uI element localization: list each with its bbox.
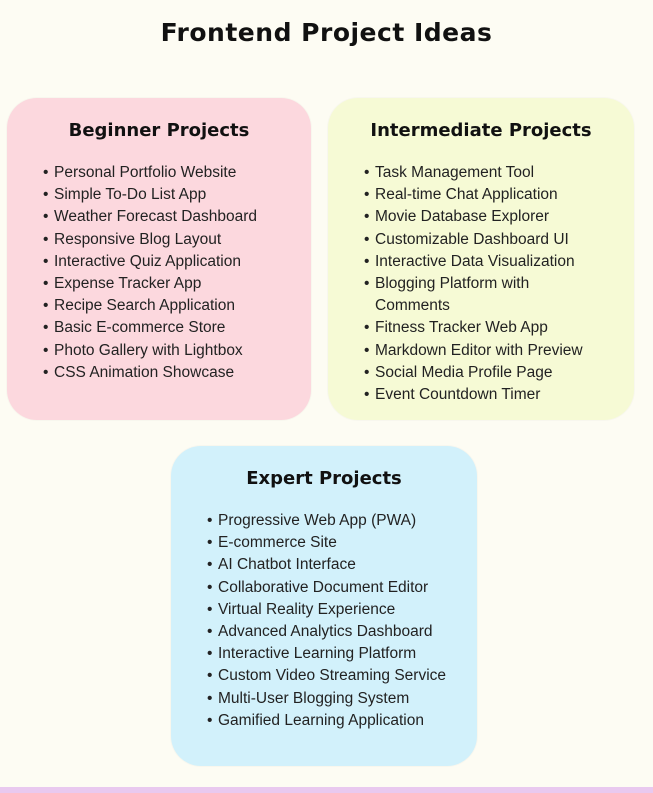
list-item: • Gamified Learning Application <box>207 711 424 729</box>
list-item-label: Blogging Platform with Comments <box>375 275 530 315</box>
list-item: • Responsive Blog Layout <box>43 230 222 248</box>
list-item: • Weather Forecast Dashboard <box>43 208 258 226</box>
list-item: • Photo Gallery with Lightbox <box>43 341 243 359</box>
list-item-label: Simple To-Do List App <box>54 186 207 204</box>
expert-projects-title: Expert Projects <box>246 468 402 489</box>
list-item: • Recipe Search Application <box>43 297 235 315</box>
list-item-label: AI Chatbot Interface <box>218 556 356 574</box>
list-item: • Advanced Analytics Dashboard <box>207 623 433 641</box>
list-item: • CSS Animation Showcase <box>43 363 235 381</box>
list-item-label: Progressive Web App (PWA) <box>218 512 417 529</box>
list-item-label: Markdown Editor with Preview <box>375 341 583 359</box>
list-item: • Movie Database Explorer <box>364 208 550 226</box>
expert-projects-card: Expert Projects • Progressive Web App (PW… <box>171 446 477 766</box>
list-item-label: Virtual Reality Experience <box>218 600 396 618</box>
intermediate-projects-title: Intermediate Projects <box>370 120 592 141</box>
list-item-label: Movie Database Explorer <box>375 208 550 226</box>
list-item: • Markdown Editor with Preview <box>364 341 583 359</box>
list-item-label: Photo Gallery with Lightbox <box>54 341 243 359</box>
list-item: • Interactive Quiz Application <box>43 252 241 270</box>
intermediate-projects-card: Intermediate Projects • Task Management T… <box>328 98 634 420</box>
list-item: • Simple To-Do List App <box>43 186 207 204</box>
list-item-label: Interactive Learning Platform <box>218 645 417 663</box>
list-item: • Multi-User Blogging System <box>207 689 410 707</box>
list-item: • Interactive Data Visualization <box>364 252 575 270</box>
list-item-label: Customizable Dashboard UI <box>375 230 569 248</box>
list-item: • Custom Video Streaming Service <box>207 667 447 685</box>
list-item-label: Expense Tracker App <box>54 275 202 293</box>
list-item: • Customizable Dashboard UI <box>364 230 569 248</box>
list-item-label: E-commerce Site <box>218 534 337 552</box>
list-item-label: Social Media Profile Page <box>375 363 553 381</box>
list-item-label: Gamified Learning Application <box>218 711 424 729</box>
list-item-label: Task Management Tool <box>375 164 535 181</box>
list-item-label: Collaborative Document Editor <box>218 578 429 596</box>
list-item-label: CSS Animation Showcase <box>54 363 235 381</box>
list-item-label: Basic E-commerce Store <box>54 319 226 337</box>
beginner-projects-title: Beginner Projects <box>68 120 250 141</box>
list-item: • Event Countdown Timer <box>364 386 541 404</box>
list-item: • Collaborative Document Editor <box>207 578 429 596</box>
list-item: • Interactive Learning Platform <box>207 645 417 663</box>
beginner-projects-list: • Personal Portfolio Website • Simple To-D… <box>43 162 305 384</box>
list-item: • Social Media Profile Page <box>364 363 553 381</box>
list-item: • Virtual Reality Experience <box>207 600 396 618</box>
list-item: • Real-time Chat Application <box>364 186 558 204</box>
page-title: Frontend Project Ideas <box>160 18 493 47</box>
list-item-label: Real-time Chat Application <box>375 186 558 204</box>
list-item: • Basic E-commerce Store <box>43 319 226 337</box>
list-item-label: Recipe Search Application <box>54 297 235 315</box>
list-item: • Expense Tracker App <box>43 275 202 293</box>
intermediate-projects-list: • Task Management Tool • Real-time Chat Ap… <box>364 162 626 406</box>
list-item: • Personal Portfolio Website <box>43 164 237 181</box>
list-item: • AI Chatbot Interface <box>207 556 356 574</box>
list-item-label: Fitness Tracker Web App <box>375 319 548 337</box>
list-item-label: Event Countdown Timer <box>375 386 541 404</box>
list-item-label: Interactive Quiz Application <box>54 252 241 270</box>
bottom-border-strip <box>0 787 653 793</box>
beginner-projects-card: Beginner Projects • Personal Portfolio We… <box>7 98 311 420</box>
list-item-label: Weather Forecast Dashboard <box>54 208 258 226</box>
list-item: • E-commerce Site <box>207 534 337 552</box>
list-item-label: Personal Portfolio Website <box>54 164 237 181</box>
expert-projects-list: • Progressive Web App (PWA) • E-commerce S… <box>207 510 469 732</box>
list-item-label: Multi-User Blogging System <box>218 689 410 707</box>
list-item: • Task Management Tool <box>364 164 535 181</box>
list-item-label: Advanced Analytics Dashboard <box>218 623 433 641</box>
list-item-label: Custom Video Streaming Service <box>218 667 447 685</box>
list-item-label: Interactive Data Visualization <box>375 252 575 270</box>
list-item: • Blogging Platform with Comments <box>364 275 530 315</box>
list-item: • Progressive Web App (PWA) <box>207 512 417 529</box>
list-item: • Fitness Tracker Web App <box>364 319 548 337</box>
list-item-label: Responsive Blog Layout <box>54 230 222 248</box>
